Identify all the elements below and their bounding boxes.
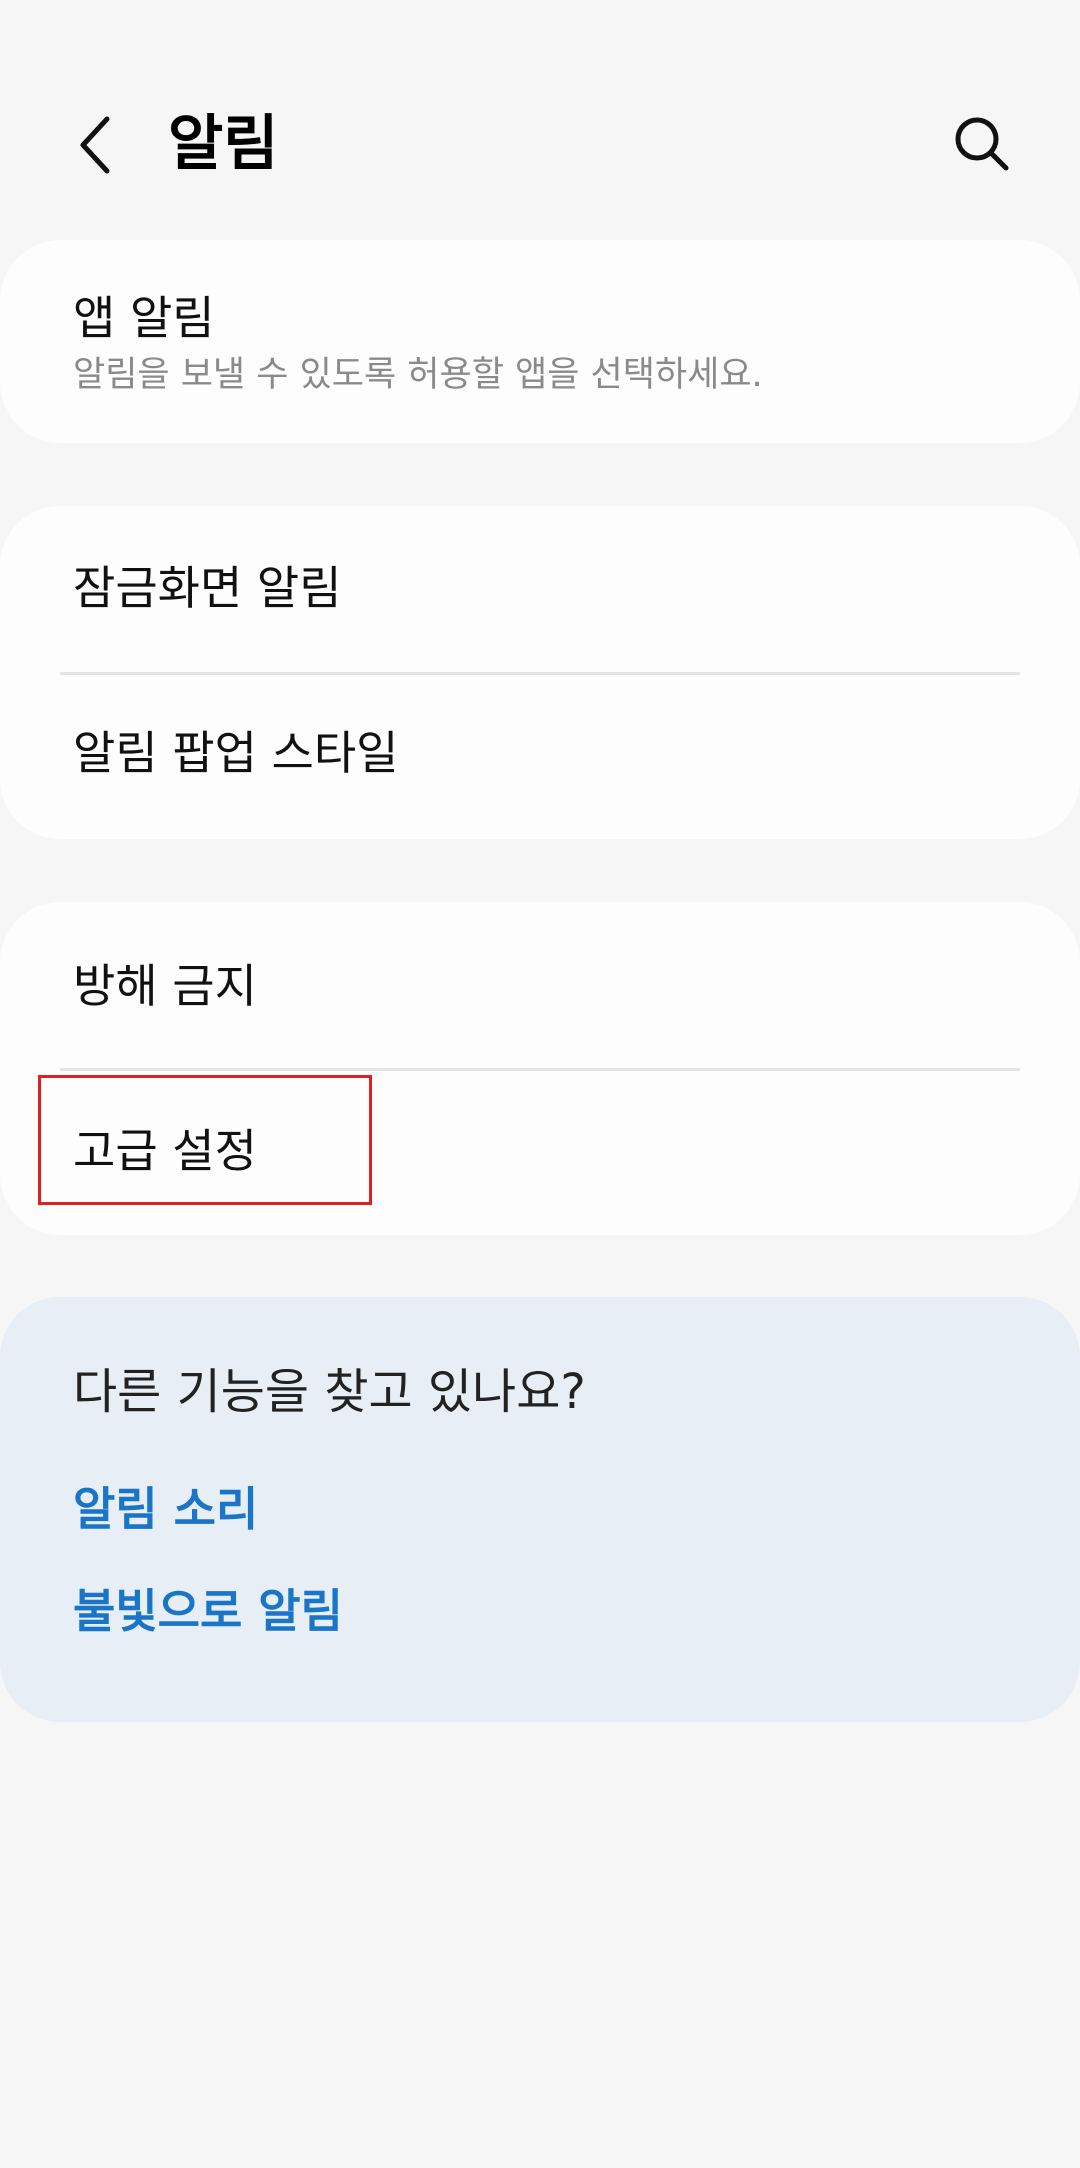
item-label: 알림 팝업 스타일 [73, 726, 399, 780]
lockscreen-settings-card: 잠금화면 알림 알림 팝업 스타일 [0, 506, 1080, 839]
app-notifications-subtitle: 알림을 보낼 수 있도록 허용할 앱을 선택하세요. [73, 355, 763, 395]
lockscreen-notifications-item[interactable]: 잠금화면 알림 [0, 506, 1080, 673]
suggestion-heading: 다른 기능을 찾고 있나요? [73, 1364, 586, 1420]
search-icon [955, 117, 1009, 171]
app-header: 알림 [0, 0, 1080, 240]
do-not-disturb-item[interactable]: 방해 금지 [0, 902, 1080, 1069]
notification-sound-link[interactable]: 알림 소리 [73, 1479, 258, 1539]
page-title: 알림 [168, 109, 279, 179]
chevron-left-icon [80, 116, 110, 174]
item-label: 잠금화면 알림 [73, 561, 342, 615]
app-notifications-title: 앱 알림 [73, 291, 215, 345]
search-button[interactable] [942, 104, 1022, 184]
advanced-settings-item[interactable]: 고급 설정 [0, 1071, 1080, 1235]
app-notifications-card: 앱 알림 알림을 보낼 수 있도록 허용할 앱을 선택하세요. [0, 240, 1080, 443]
item-label: 고급 설정 [73, 1124, 257, 1178]
suggestion-card: 다른 기능을 찾고 있나요? 알림 소리 불빛으로 알림 [0, 1297, 1080, 1722]
flash-notification-link[interactable]: 불빛으로 알림 [73, 1581, 343, 1641]
dnd-settings-card: 방해 금지 고급 설정 [0, 902, 1080, 1235]
back-button[interactable] [60, 100, 130, 190]
item-label: 방해 금지 [73, 959, 257, 1013]
app-notifications-item[interactable]: 앱 알림 알림을 보낼 수 있도록 허용할 앱을 선택하세요. [0, 240, 1080, 443]
popup-style-item[interactable]: 알림 팝업 스타일 [0, 675, 1080, 839]
